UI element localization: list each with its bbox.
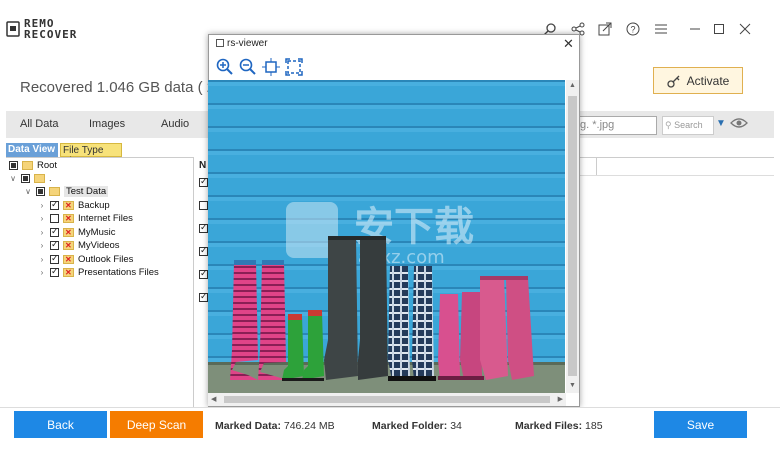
export-icon[interactable] [596, 20, 614, 38]
svg-text:?: ? [630, 25, 635, 35]
deleted-folder-icon [63, 255, 74, 264]
marked-files-stat: Marked Files: 185 [515, 420, 603, 432]
chevron-down-icon[interactable]: ∨ [24, 187, 32, 196]
viewer-title: rs-viewer [216, 38, 268, 49]
menu-icon[interactable] [652, 20, 670, 38]
tree-item-internet-files[interactable]: › Internet Files [38, 213, 133, 224]
marked-files-value: 185 [585, 420, 603, 432]
checkbox[interactable] [50, 253, 59, 264]
search-input[interactable]: ⚲ Search [662, 116, 714, 135]
deleted-folder-icon [63, 201, 74, 210]
window-icon [216, 39, 224, 47]
horizontal-scroll-thumb[interactable] [224, 396, 550, 403]
minimize-icon[interactable] [686, 20, 704, 38]
tree-item-root[interactable]: Root [9, 160, 57, 171]
checkbox[interactable] [50, 226, 59, 237]
scroll-down-icon[interactable]: ▼ [569, 382, 576, 389]
marked-data-stat: Marked Data: 746.24 MB [215, 420, 335, 432]
chevron-right-icon[interactable]: › [38, 255, 46, 264]
grey-boots [324, 236, 388, 380]
folder-icon [49, 187, 60, 196]
chevron-right-icon[interactable]: › [38, 268, 46, 277]
row-divider [580, 175, 774, 176]
checkbox[interactable] [50, 266, 59, 277]
tab-audio[interactable]: Audio [161, 118, 189, 130]
tab-all-data[interactable]: All Data [20, 118, 59, 130]
tree-item-mymusic[interactable]: › MyMusic [38, 226, 116, 238]
file-checkbox[interactable] [199, 268, 208, 279]
file-checkbox[interactable] [199, 176, 208, 187]
checkbox[interactable] [21, 174, 30, 183]
key-icon [667, 75, 680, 88]
scroll-left-icon[interactable]: ◀ [211, 395, 216, 403]
checkbox[interactable] [50, 214, 59, 223]
logo-icon [6, 21, 20, 37]
chevron-right-icon[interactable]: › [38, 228, 46, 237]
tab-data-view[interactable]: Data View [6, 143, 58, 157]
scroll-right-icon[interactable]: ▶ [558, 395, 563, 403]
chevron-right-icon[interactable]: › [38, 214, 46, 223]
checkbox[interactable] [50, 199, 59, 210]
viewer-close-icon[interactable]: ✕ [563, 36, 574, 52]
back-button[interactable]: Back [14, 411, 107, 438]
file-checkbox[interactable] [199, 291, 208, 302]
tree-item-test-data[interactable]: ∨ Test Data [24, 186, 109, 197]
file-filter-input[interactable]: g. *.jpg [573, 116, 657, 135]
chevron-down-icon[interactable]: ∨ [9, 174, 17, 183]
deleted-folder-icon [63, 214, 74, 223]
help-icon[interactable]: ? [624, 20, 642, 38]
fit-to-window-icon[interactable] [261, 58, 281, 76]
file-checkbox[interactable] [199, 245, 208, 256]
file-checkbox[interactable] [199, 222, 208, 233]
deep-scan-button[interactable]: Deep Scan [110, 411, 203, 438]
eye-icon[interactable] [730, 117, 748, 132]
checkbox[interactable] [9, 161, 18, 170]
maximize-icon[interactable] [710, 20, 728, 38]
file-list-column [195, 157, 209, 407]
checkbox[interactable] [36, 187, 45, 196]
checkbox[interactable] [50, 239, 59, 250]
activate-label: Activate [686, 73, 730, 88]
chevron-right-icon[interactable]: › [38, 241, 46, 250]
save-button[interactable]: Save [654, 411, 747, 438]
deleted-folder-icon [63, 241, 74, 250]
column-divider[interactable] [596, 157, 597, 175]
tree-item-backup[interactable]: › Backup [38, 199, 110, 211]
actual-size-icon[interactable] [284, 58, 304, 76]
file-checkbox[interactable] [199, 201, 208, 210]
scroll-up-icon[interactable]: ▲ [566, 82, 579, 89]
close-icon[interactable] [736, 20, 754, 38]
vertical-scroll-thumb[interactable] [568, 96, 577, 376]
zoom-in-icon[interactable] [215, 58, 235, 76]
deleted-folder-icon [63, 268, 74, 277]
marked-data-value: 746.24 MB [283, 420, 335, 432]
chevron-right-icon[interactable]: › [38, 201, 46, 210]
recovered-summary: Recovered 1.046 GB data ( 273 [20, 79, 232, 96]
tree-item-presentations-files[interactable]: › Presentations Files [38, 266, 159, 278]
tab-images[interactable]: Images [89, 118, 125, 130]
marked-folder-stat: Marked Folder: 34 [372, 420, 462, 432]
deleted-folder-icon [63, 228, 74, 237]
preview-image[interactable]: 安下载 anxz.com [208, 80, 565, 393]
zoom-out-icon[interactable] [238, 58, 258, 76]
activate-button[interactable]: Activate [653, 67, 743, 94]
column-header-name[interactable]: N [199, 160, 206, 171]
marked-folder-value: 34 [450, 420, 462, 432]
search-icon: ⚲ [665, 120, 672, 130]
folder-icon [34, 174, 45, 183]
tree-item-outlook-files[interactable]: › Outlook Files [38, 253, 134, 265]
details-panel [580, 157, 774, 407]
tree-item-dot[interactable]: ∨ . [9, 173, 52, 184]
tree-item-myvideos[interactable]: › MyVideos [38, 239, 120, 251]
tab-file-type-view[interactable]: File Type View [60, 143, 122, 167]
folder-icon [22, 161, 33, 170]
chevron-down-icon[interactable]: ▼ [716, 118, 726, 129]
app-logo: REMO RECOVER [6, 18, 77, 40]
search-placeholder: Search [674, 120, 703, 130]
